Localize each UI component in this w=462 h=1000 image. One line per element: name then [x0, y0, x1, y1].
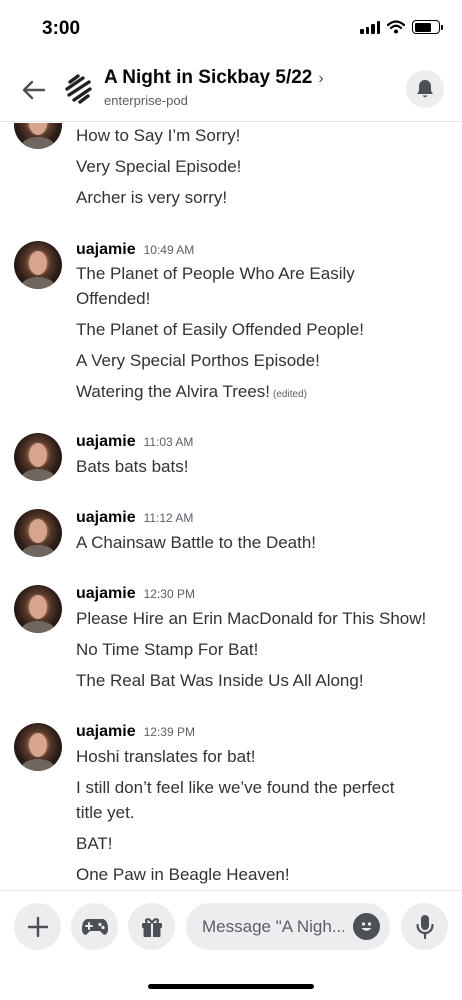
home-indicator[interactable] — [148, 984, 314, 989]
message-text: Hoshi translates for bat! — [76, 747, 256, 766]
wifi-icon — [387, 20, 405, 34]
add-attachment-button[interactable] — [14, 903, 61, 950]
gamepad-icon — [81, 918, 108, 935]
message-input-placeholder: Message "A Nigh... — [202, 916, 344, 936]
plus-icon — [27, 916, 48, 937]
channel-header: A Night in Sickbay 5/22 › enterprise-pod — [0, 56, 462, 122]
message-text: The Real Bat Was Inside Us All Along! — [76, 671, 364, 690]
cellular-signal-icon — [360, 20, 380, 34]
gift-icon — [141, 917, 162, 937]
message-timestamp: 11:12 AM — [143, 511, 194, 525]
message-text: Offended! — [76, 289, 151, 308]
channel-title[interactable]: A Night in Sickbay 5/22 › — [104, 67, 324, 89]
gift-button[interactable] — [128, 903, 175, 950]
message-input[interactable]: Message "A Nigh... — [186, 903, 390, 950]
back-arrow-icon — [22, 80, 46, 100]
activities-button[interactable] — [71, 903, 118, 950]
avatar[interactable] — [14, 585, 62, 633]
voice-message-button[interactable] — [401, 903, 448, 950]
channel-subtitle: enterprise-pod — [104, 93, 188, 108]
message-timestamp: 12:30 PM — [143, 587, 195, 601]
message-username[interactable]: uajamie 12:39 PM — [76, 723, 195, 741]
microphone-icon — [415, 914, 434, 939]
message-timestamp: 11:03 AM — [143, 435, 194, 449]
message-username[interactable]: uajamie 10:49 AM — [76, 241, 194, 259]
status-icons — [360, 20, 443, 34]
message-text: One Paw in Beagle Heaven! — [76, 865, 290, 884]
bell-icon — [417, 80, 433, 98]
avatar[interactable] — [14, 123, 62, 149]
emoji-icon — [361, 922, 372, 931]
message-username[interactable]: uajamie 11:03 AM — [76, 433, 193, 451]
back-button[interactable] — [18, 74, 50, 106]
notifications-button[interactable] — [406, 70, 444, 108]
message-text: title yet. — [76, 803, 135, 822]
message-text: Archer is very sorry! — [76, 188, 228, 207]
message-text: How to Say I’m Sorry! — [76, 126, 241, 145]
avatar[interactable] — [14, 723, 62, 771]
message-text: Please Hire an Erin MacDonald for This S… — [76, 609, 427, 628]
thread-channel-icon — [65, 74, 92, 104]
message-composer: Message "A Nigh... — [0, 890, 462, 962]
message-text: Very Special Episode! — [76, 157, 242, 176]
battery-icon — [412, 20, 443, 34]
message-text: No Time Stamp For Bat! — [76, 640, 259, 659]
message-text: Bats bats bats! — [76, 457, 189, 476]
message-text: Watering the Alvira Trees! (edited) — [76, 382, 307, 401]
message-username[interactable]: uajamie 12:30 PM — [76, 585, 195, 603]
message-text: BAT! — [76, 834, 113, 853]
emoji-button[interactable] — [353, 913, 380, 940]
status-time: 3:00 — [42, 18, 81, 39]
message-timestamp: 10:49 AM — [143, 243, 195, 257]
message-text: I still don’t feel like we’ve found the … — [76, 778, 395, 797]
avatar[interactable] — [14, 433, 62, 481]
avatar[interactable] — [14, 509, 62, 557]
message-text: A Chainsaw Battle to the Death! — [76, 533, 317, 552]
avatar[interactable] — [14, 241, 62, 289]
message-text: A Very Special Porthos Episode! — [76, 351, 320, 370]
message-text: The Planet of People Who Are Easily — [76, 264, 355, 283]
chevron-right-icon: › — [318, 70, 324, 87]
status-bar: 3:00 — [0, 0, 462, 56]
message-list[interactable]: How to Say I’m Sorry! Very Special Episo… — [0, 123, 462, 889]
edited-label: (edited) — [273, 389, 307, 400]
message-text: The Planet of Easily Offended People! — [76, 320, 364, 339]
message-username[interactable]: uajamie 11:12 AM — [76, 509, 193, 527]
message-timestamp: 12:39 PM — [143, 725, 195, 739]
